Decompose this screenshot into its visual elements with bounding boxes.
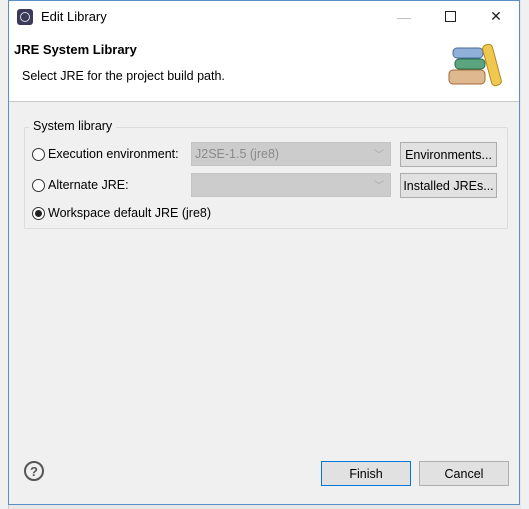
radio-button[interactable] (32, 178, 45, 192)
execution-environment-radio[interactable]: Execution environment: (32, 147, 179, 161)
execution-environment-combo[interactable]: J2SE-1.5 (jre8) ﹀ (191, 142, 391, 166)
eclipse-icon (17, 8, 33, 25)
group-label: System library (29, 119, 117, 133)
radio-button-selected[interactable] (32, 206, 45, 220)
chevron-down-icon: ﹀ (374, 181, 384, 192)
close-button[interactable]: ✕ (473, 1, 519, 32)
title-bar: Edit Library — ✕ (9, 1, 519, 32)
alternate-jre-radio[interactable]: Alternate JRE: (32, 178, 129, 192)
radio-button[interactable] (32, 147, 45, 161)
cancel-button[interactable]: Cancel (419, 461, 509, 486)
alternate-jre-combo[interactable]: ﹀ (191, 173, 391, 197)
combo-value: J2SE-1.5 (jre8) (195, 147, 280, 161)
window-title: Edit Library (41, 9, 107, 24)
background-window-right (521, 0, 529, 509)
library-books-icon (448, 43, 502, 87)
help-icon[interactable]: ? (24, 461, 44, 481)
radio-label: Execution environment: (48, 147, 179, 161)
environments-button[interactable]: Environments... (400, 142, 497, 167)
page-title: JRE System Library (14, 42, 137, 57)
minimize-icon: — (397, 8, 411, 25)
chevron-down-icon: ﹀ (374, 150, 384, 161)
radio-label: Workspace default JRE (jre8) (48, 206, 212, 220)
minimize-button[interactable]: — (381, 1, 427, 32)
wizard-header: JRE System Library Select JRE for the pr… (9, 32, 519, 102)
finish-button[interactable]: Finish (321, 461, 411, 486)
maximize-icon (444, 11, 456, 22)
edit-library-dialog: Edit Library — ✕ JRE System Library Sele… (8, 0, 520, 505)
maximize-button[interactable] (427, 1, 473, 32)
installed-jres-button[interactable]: Installed JREs... (400, 173, 497, 198)
workspace-default-radio[interactable]: Workspace default JRE (jre8) (32, 206, 211, 220)
close-icon: ✕ (490, 8, 502, 24)
radio-label: Alternate JRE: (48, 178, 129, 192)
page-description: Select JRE for the project build path. (22, 69, 225, 83)
